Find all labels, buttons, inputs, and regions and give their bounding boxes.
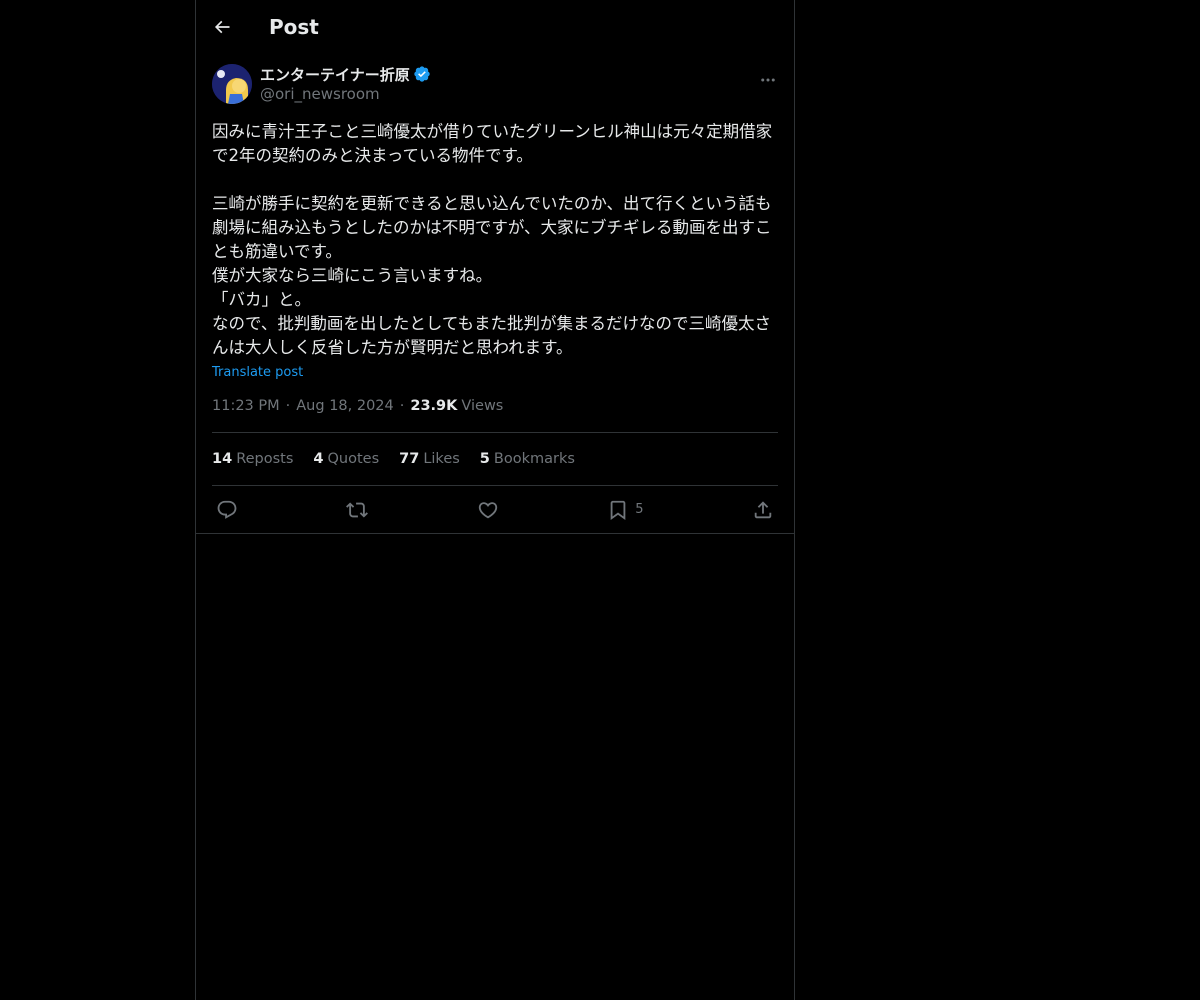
name-line: エンターテイナー折原 xyxy=(260,64,431,84)
bookmark-button[interactable]: 5 xyxy=(607,495,644,525)
reply-button[interactable] xyxy=(216,495,238,525)
post-time[interactable]: 11:23 PM xyxy=(212,398,280,414)
bookmark-icon xyxy=(610,500,626,520)
page-header: Post xyxy=(196,0,794,54)
reposts-label: Reposts xyxy=(236,451,294,467)
reposts-stat[interactable]: 14 Reposts xyxy=(212,451,293,467)
post: エンターテイナー折原 @ori_newsroom 因みに青汁王子こと三崎優太が借… xyxy=(196,64,794,533)
bookmarks-label: Bookmarks xyxy=(493,451,575,467)
likes-count: 77 xyxy=(399,451,420,467)
views-label: Views xyxy=(461,398,504,414)
quotes-label: Quotes xyxy=(327,451,380,467)
likes-stat[interactable]: 77 Likes xyxy=(399,451,460,467)
repost-icon xyxy=(346,502,369,517)
quotes-count: 4 xyxy=(313,451,324,467)
heart-icon xyxy=(478,501,498,518)
post-date[interactable]: Aug 18, 2024 xyxy=(296,398,394,414)
author-handle[interactable]: @ori_newsroom xyxy=(260,85,431,103)
views-count: 23.9K xyxy=(410,398,458,414)
back-button[interactable] xyxy=(205,10,239,44)
share-button[interactable] xyxy=(752,495,774,525)
page-title: Post xyxy=(269,15,319,39)
action-bar: 5 xyxy=(212,486,778,533)
avatar-image xyxy=(212,64,252,104)
reply-icon xyxy=(217,500,237,519)
reposts-count: 14 xyxy=(212,451,233,467)
arrow-left-icon xyxy=(214,20,230,34)
divider xyxy=(196,533,794,534)
meta-separator: · xyxy=(285,398,291,414)
author-row: エンターテイナー折原 @ori_newsroom xyxy=(212,64,778,106)
share-icon xyxy=(754,500,772,518)
bookmark-action-count: 5 xyxy=(635,502,644,517)
more-dots-icon xyxy=(761,78,775,82)
main-column: Post エンターテイナー折原 @ori_newsroom 因みに青汁王子こと三… xyxy=(195,0,795,1000)
author-display-name[interactable]: エンターテイナー折原 xyxy=(260,64,410,85)
more-options-button[interactable] xyxy=(756,68,780,92)
meta-separator: · xyxy=(399,398,405,414)
post-text: 因みに青汁王子こと三崎優太が借りていたグリーンヒル神山は元々定期借家で2年の契約… xyxy=(212,122,773,357)
avatar[interactable] xyxy=(212,64,252,104)
like-button[interactable] xyxy=(477,495,499,525)
bookmarks-count: 5 xyxy=(479,451,490,467)
translate-post-link[interactable]: Translate post xyxy=(212,365,778,380)
bookmarks-stat[interactable]: 5 Bookmarks xyxy=(480,451,575,467)
author-meta: エンターテイナー折原 @ori_newsroom xyxy=(260,64,431,103)
engagement-stats: 14 Reposts 4 Quotes 77 Likes 5 Bookmarks xyxy=(212,433,778,485)
repost-button[interactable] xyxy=(346,495,369,525)
verified-badge-icon xyxy=(413,65,431,83)
post-meta: 11:23 PM · Aug 18, 2024 · 23.9K Views xyxy=(212,396,778,416)
likes-label: Likes xyxy=(423,451,460,467)
quotes-stat[interactable]: 4 Quotes xyxy=(313,451,379,467)
